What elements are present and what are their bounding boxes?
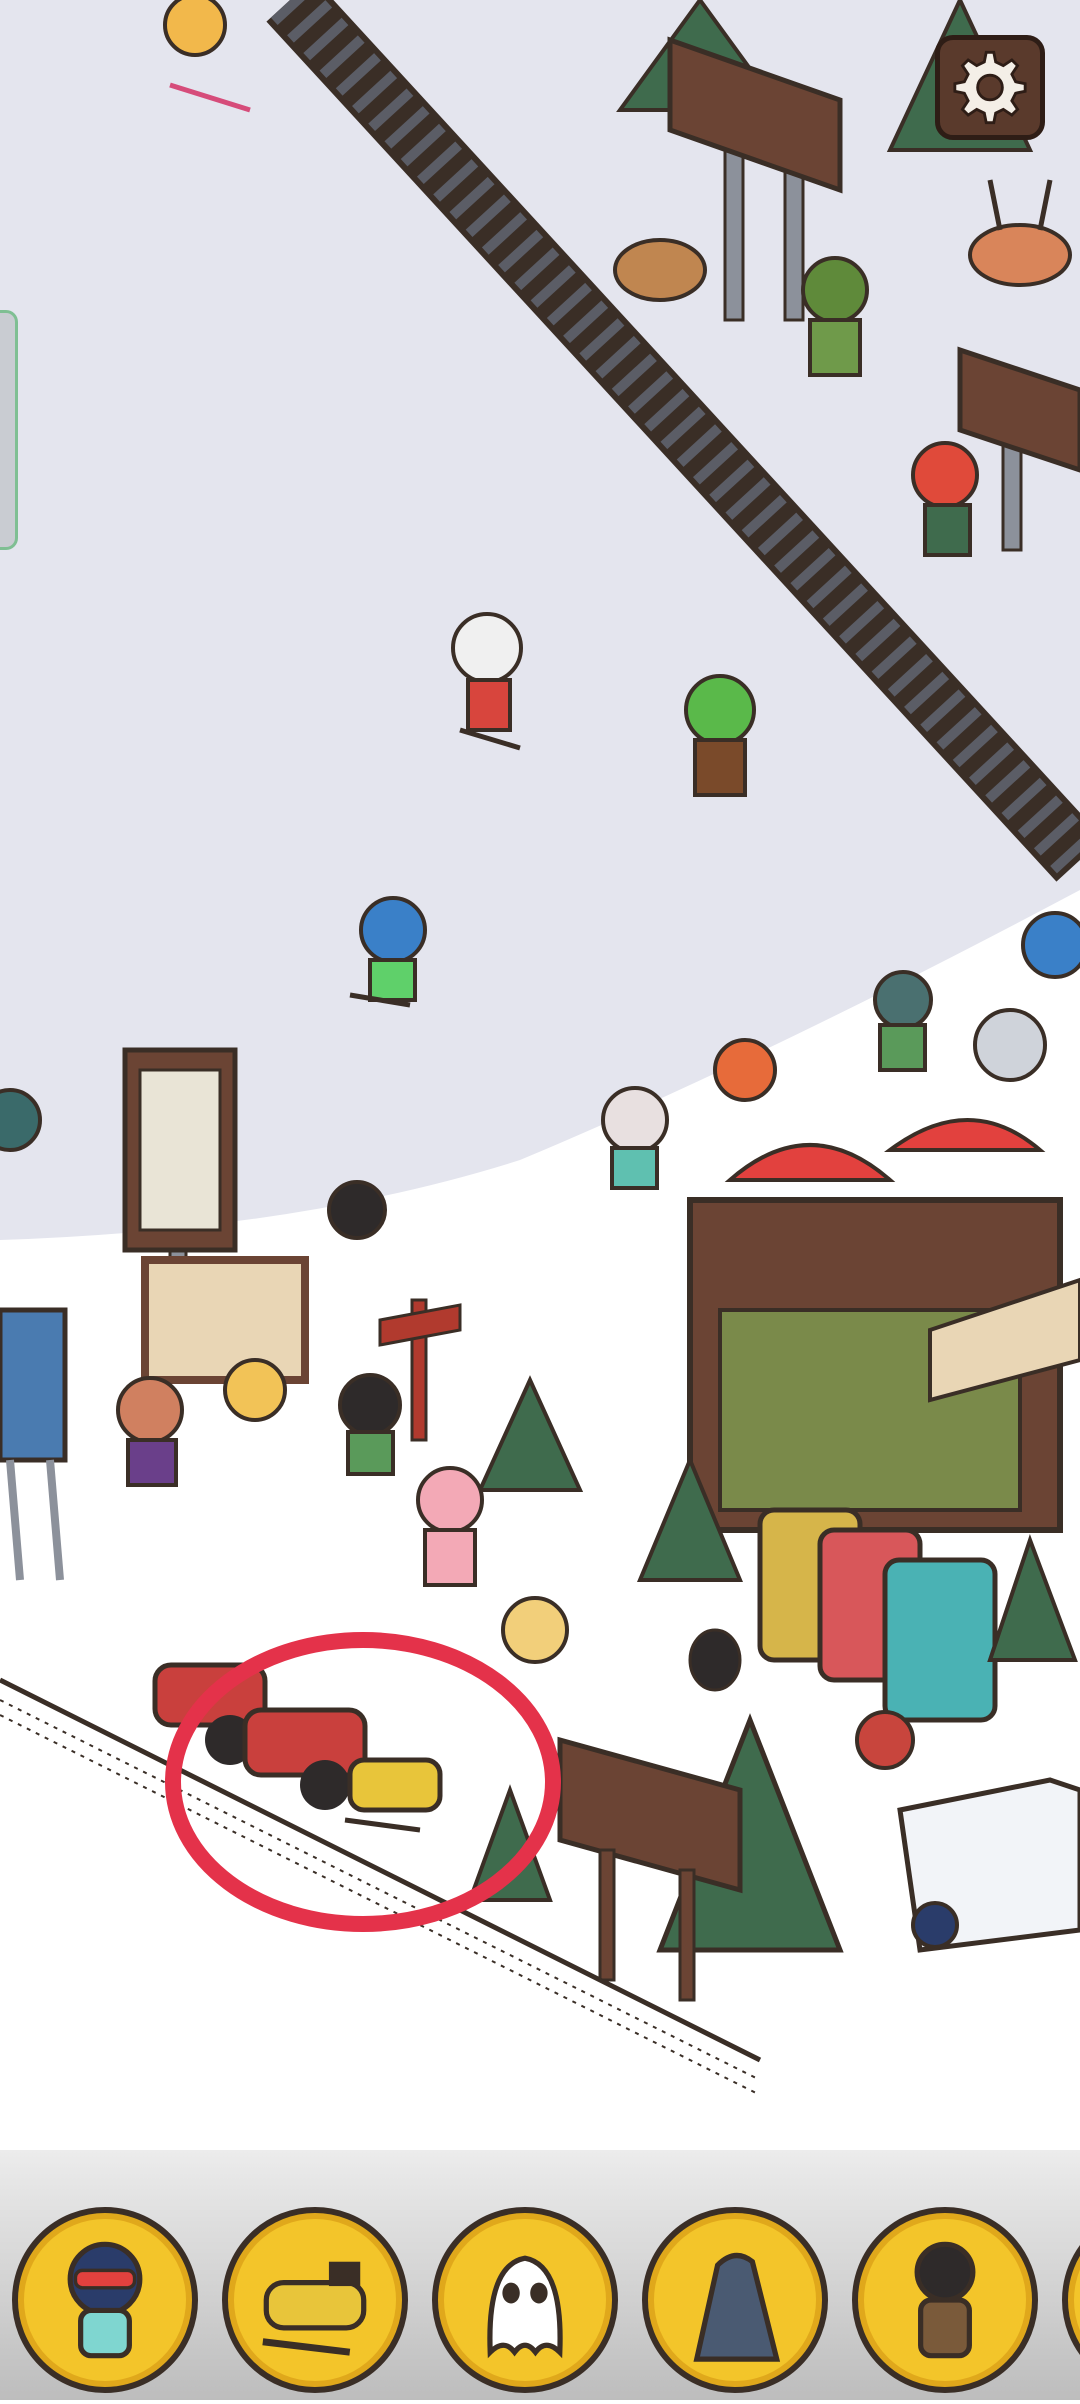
character-backpack: [327, 1180, 387, 1240]
character-teal-beanie: [873, 970, 933, 1072]
character-green-sweater: [338, 1373, 402, 1476]
scene-illustration[interactable]: [0, 0, 1080, 2400]
snowmobile-icon: [262, 2261, 367, 2356]
rock-icon: [693, 2253, 781, 2362]
tray-item-rock[interactable]: [642, 2207, 828, 2393]
cafe-building: [687, 1197, 1080, 1533]
yak: [613, 238, 707, 302]
ghost-panda-icon: [487, 2255, 563, 2359]
character-green-pigtails: [684, 674, 756, 797]
partial-item-icon: [1068, 2213, 1080, 2387]
character-purple-coat: [116, 1376, 184, 1487]
tray-item-bundled-character[interactable]: [852, 2207, 1038, 2393]
skier-goggles-character-icon: [67, 2241, 143, 2359]
settings-button[interactable]: [935, 35, 1045, 140]
skier-blue-helmet: [1021, 911, 1080, 979]
character-edge-left: [0, 1088, 42, 1152]
game-scene[interactable]: [0, 0, 1080, 2400]
item-tray: [0, 2150, 1080, 2400]
tray-item-ghost-panda[interactable]: [432, 2207, 618, 2393]
bundled-character-icon: [914, 2241, 976, 2359]
tray-item-partial[interactable]: [1062, 2207, 1080, 2393]
character-blonde: [223, 1358, 287, 1422]
tray-item-skier-goggles[interactable]: [12, 2207, 198, 2393]
side-drawer-handle[interactable]: [0, 310, 18, 550]
gear-icon: [953, 50, 1027, 125]
character-grey-hair: [973, 1008, 1047, 1082]
character-orange-hood: [713, 1038, 777, 1102]
character-long-hair: [501, 1596, 569, 1664]
police-car: [897, 1777, 1080, 1953]
notice-board: [141, 1256, 309, 1384]
tray-item-snowmobile[interactable]: [222, 2207, 408, 2393]
black-cat: [688, 1628, 742, 1692]
character-striped-helmet: [601, 1086, 669, 1190]
character-cap: [855, 1710, 915, 1770]
